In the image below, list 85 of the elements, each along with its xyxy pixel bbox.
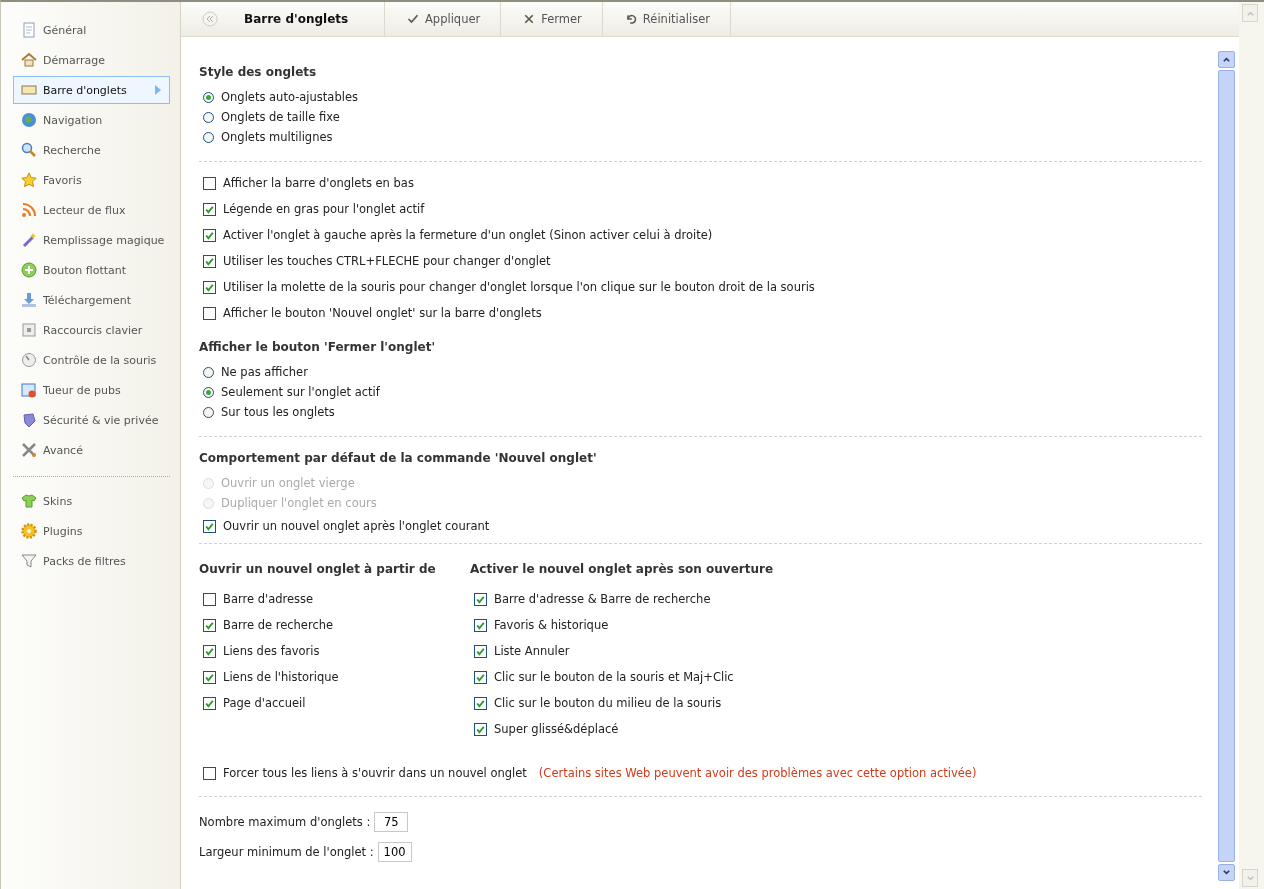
- apply-button[interactable]: Appliquer: [385, 2, 502, 36]
- undo-icon: [624, 13, 637, 25]
- checkbox-option[interactable]: Page d'accueil: [199, 690, 470, 716]
- radio-option[interactable]: Seulement sur l'onglet actif: [199, 382, 1202, 402]
- close-button[interactable]: Fermer: [501, 2, 603, 36]
- sidebar-item[interactable]: Raccourcis clavier: [13, 316, 170, 344]
- field-label: Nombre maximum d'onglets :: [199, 815, 371, 829]
- checkbox-option[interactable]: Utiliser les touches CTRL+FLECHE pour changer d'onglet: [199, 248, 1202, 274]
- mouse-icon: [21, 352, 37, 368]
- checkbox-option[interactable]: Légende en gras pour l'onglet actif: [199, 196, 1202, 222]
- blocked-window-icon: [21, 382, 37, 398]
- tab-bar-icon: [21, 82, 37, 98]
- checkbox-option[interactable]: Barre d'adresse: [199, 586, 470, 612]
- reset-button[interactable]: Réinitialiser: [602, 2, 731, 36]
- scroll-up-button[interactable]: [1218, 51, 1235, 68]
- sidebar-item[interactable]: Recherche: [13, 136, 170, 164]
- warning-text: (Certains sites Web peuvent avoir des problèmes avec cette option activée): [538, 766, 977, 780]
- checkbox-option[interactable]: Liens de l'historique: [199, 664, 470, 690]
- download-icon: [21, 292, 37, 308]
- radio-option[interactable]: Onglets multilignes: [199, 127, 1202, 147]
- page-title: Barre d'onglets: [244, 12, 349, 26]
- checkbox-option[interactable]: Barre d'adresse & Barre de recherche: [470, 586, 774, 612]
- checkbox-option[interactable]: Clic sur le bouton de la souris et Maj+Clic: [470, 664, 774, 690]
- plus-circle-icon: [21, 262, 37, 278]
- number-field[interactable]: 75: [374, 812, 409, 832]
- page-icon: [21, 22, 37, 38]
- house-icon: [21, 52, 37, 68]
- keyboard-icon: [21, 322, 37, 338]
- wand-icon: [21, 232, 37, 248]
- sidebar-item[interactable]: Démarrage: [13, 46, 170, 74]
- sidebar-item[interactable]: Général: [13, 16, 170, 44]
- shirt-icon: [21, 493, 37, 509]
- sidebar-item[interactable]: Téléchargement: [13, 286, 170, 314]
- field-label: Largeur minimum de l'onglet :: [199, 845, 374, 859]
- gear-icon: [21, 523, 37, 539]
- section-heading: Style des onglets: [199, 64, 318, 81]
- section-heading: Comportement par défaut de la commande 'Nouvel onglet': [199, 450, 598, 467]
- sidebar-item[interactable]: Contrôle de la souris: [13, 346, 170, 374]
- rss-icon: [21, 202, 37, 218]
- checkbox-option[interactable]: Barre de recherche: [199, 612, 470, 638]
- magnifier-icon: [21, 142, 37, 158]
- checkbox-option[interactable]: Favoris & historique: [470, 612, 774, 638]
- section-heading: Activer le nouvel onglet après son ouverture: [470, 561, 774, 578]
- radio-option[interactable]: Onglets de taille fixe: [199, 107, 1202, 127]
- radio-option[interactable]: Onglets auto-ajustables: [199, 87, 1202, 107]
- section-heading: Afficher le bouton 'Fermer l'onglet': [199, 339, 437, 356]
- sidebar-item[interactable]: Remplissage magique: [13, 226, 170, 254]
- check-icon: [407, 13, 419, 25]
- sidebar-item[interactable]: Packs de filtres: [13, 547, 170, 575]
- star-icon: [21, 172, 37, 188]
- number-field[interactable]: 100: [377, 842, 412, 862]
- arrow-icon: [155, 85, 161, 95]
- checkbox-option[interactable]: Ouvrir un nouvel onglet après l'onglet courant: [199, 513, 1202, 539]
- radio-option[interactable]: Ne pas afficher: [199, 362, 1202, 382]
- checkbox-option[interactable]: Activer l'onglet à gauche après la fermeture d'un onglet (Sinon activer celui à droite): [199, 222, 1202, 248]
- checkbox-option[interactable]: Liens des favoris: [199, 638, 470, 664]
- radio-option[interactable]: Sur tous les onglets: [199, 402, 1202, 422]
- sidebar-item[interactable]: Plugins: [13, 517, 170, 545]
- sidebar-item[interactable]: Lecteur de flux: [13, 196, 170, 224]
- sidebar-item[interactable]: Barre d'onglets: [13, 76, 170, 104]
- scroll-down-button[interactable]: [1218, 864, 1235, 881]
- sidebar-item[interactable]: Navigation: [13, 106, 170, 134]
- back-icon[interactable]: [202, 11, 218, 27]
- sidebar-item[interactable]: Favoris: [13, 166, 170, 194]
- chevron-up-icon: [1222, 55, 1231, 64]
- sidebar-item[interactable]: Bouton flottant: [13, 256, 170, 284]
- close-icon: [523, 13, 536, 25]
- tools-icon: [21, 442, 37, 458]
- globe-icon: [21, 112, 37, 128]
- section-heading: Ouvrir un nouvel onglet à partir de: [199, 561, 437, 578]
- shield-icon: [21, 412, 37, 428]
- funnel-icon: [21, 553, 37, 569]
- checkbox-option[interactable]: Clic sur le bouton du milieu de la souris: [470, 690, 774, 716]
- checkbox-option[interactable]: Afficher la barre d'onglets en bas: [199, 170, 1202, 196]
- chevron-down-icon: [1222, 868, 1231, 877]
- checkbox-option[interactable]: Utiliser la molette de la souris pour changer d'onglet lorsque l'on clique sur le bouton droit de la souris: [199, 274, 1202, 300]
- sidebar-item[interactable]: Avancé: [13, 436, 170, 464]
- sidebar-item[interactable]: Tueur de pubs: [13, 376, 170, 404]
- checkbox-option[interactable]: Liste Annuler: [470, 638, 774, 664]
- sidebar-item[interactable]: Skins: [13, 487, 170, 515]
- checkbox-option[interactable]: Forcer tous les liens à s'ouvrir dans un nouvel onglet: [199, 760, 527, 786]
- checkbox-option[interactable]: Super glissé&déplacé: [470, 716, 774, 742]
- chevron-down-icon: [1245, 873, 1255, 883]
- checkbox-option[interactable]: Afficher le bouton 'Nouvel onglet' sur la barre d'onglets: [199, 300, 1202, 326]
- sidebar-item[interactable]: Sécurité & vie privée: [13, 406, 170, 434]
